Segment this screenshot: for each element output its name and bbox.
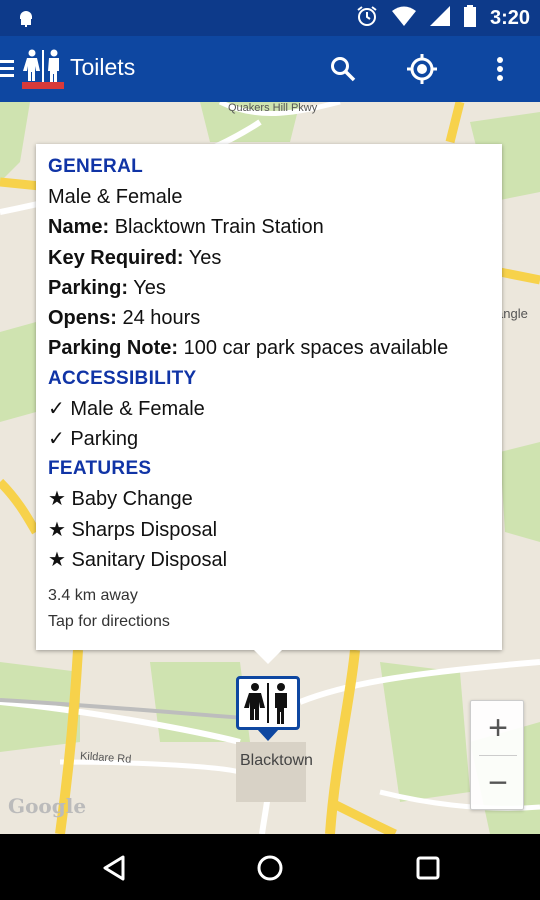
marker-pin (257, 729, 279, 741)
field-value: Yes (188, 246, 222, 269)
toilet-info-window[interactable]: GENERAL Male & Female Name: Blacktown Tr… (36, 144, 502, 664)
battery-icon (463, 4, 476, 32)
info-window-tail (254, 650, 282, 664)
app-title: Toilets (70, 54, 136, 80)
menu-icon[interactable] (0, 58, 16, 83)
zoom-in-button[interactable]: + (471, 701, 525, 755)
system-nav-bar (0, 834, 540, 900)
zoom-out-button[interactable]: − (471, 756, 525, 810)
accessibility-item: ✓ Male & Female (48, 397, 205, 420)
field-parking-note: Parking Note: 100 car park spaces availa… (48, 333, 490, 363)
field-key-required: Key Required: Yes (48, 243, 490, 273)
feature-item: ★ Baby Change (48, 488, 193, 511)
toilet-marker-icon (244, 683, 287, 724)
field-label: Key Required: (48, 246, 184, 269)
field-label: Parking Note: (48, 337, 179, 360)
app-bar: Toilets (0, 36, 540, 102)
toilet-type: Male & Female (48, 186, 183, 208)
field-value: 24 hours (122, 307, 201, 330)
field-opens: Opens: 24 hours (48, 303, 490, 333)
wifi-icon (391, 6, 416, 31)
signal-icon (429, 5, 450, 31)
field-value: Yes (133, 276, 166, 299)
toilet-marker[interactable] (236, 676, 300, 730)
field-value: 100 car park spaces available (183, 337, 449, 360)
field-label: Parking: (48, 276, 129, 299)
google-attribution: Google (8, 794, 87, 818)
status-bar: 3:20 (0, 0, 540, 36)
recents-icon[interactable] (408, 848, 448, 888)
alarm-icon (356, 5, 378, 32)
android-icon (16, 8, 36, 33)
feature-item: ★ Sanitary Disposal (48, 548, 228, 571)
field-parking: Parking: Yes (48, 273, 490, 303)
accessibility-item: ✓ Parking (48, 428, 139, 451)
place-label-blacktown: Blacktown (240, 752, 313, 769)
directions-hint[interactable]: Tap for directions (48, 609, 490, 635)
general-heading: GENERAL (48, 156, 143, 177)
zoom-controls: + − (470, 700, 524, 810)
field-label: Opens: (48, 307, 117, 330)
my-location-icon[interactable] (403, 50, 441, 88)
features-heading: FEATURES (48, 458, 152, 480)
accessibility-heading: ACCESSIBILITY (48, 367, 197, 389)
overflow-menu-icon[interactable] (481, 50, 519, 88)
status-time: 3:20 (489, 6, 530, 29)
search-icon[interactable] (324, 50, 362, 88)
home-icon[interactable] (250, 848, 290, 888)
back-icon[interactable] (94, 848, 134, 888)
toilet-logo-icon[interactable] (22, 48, 64, 95)
field-value: Blacktown Train Station (114, 216, 324, 239)
street-label-quakers: Quakers Hill Pkwy (228, 102, 318, 114)
field-name: Name: Blacktown Train Station (48, 212, 490, 242)
distance-text: 3.4 km away (48, 587, 138, 605)
map-view[interactable]: Quakers Hill Pkwy Kildare Rd angle Black… (0, 102, 540, 834)
feature-item: ★ Sharps Disposal (48, 518, 218, 541)
field-label: Name: (48, 216, 110, 239)
